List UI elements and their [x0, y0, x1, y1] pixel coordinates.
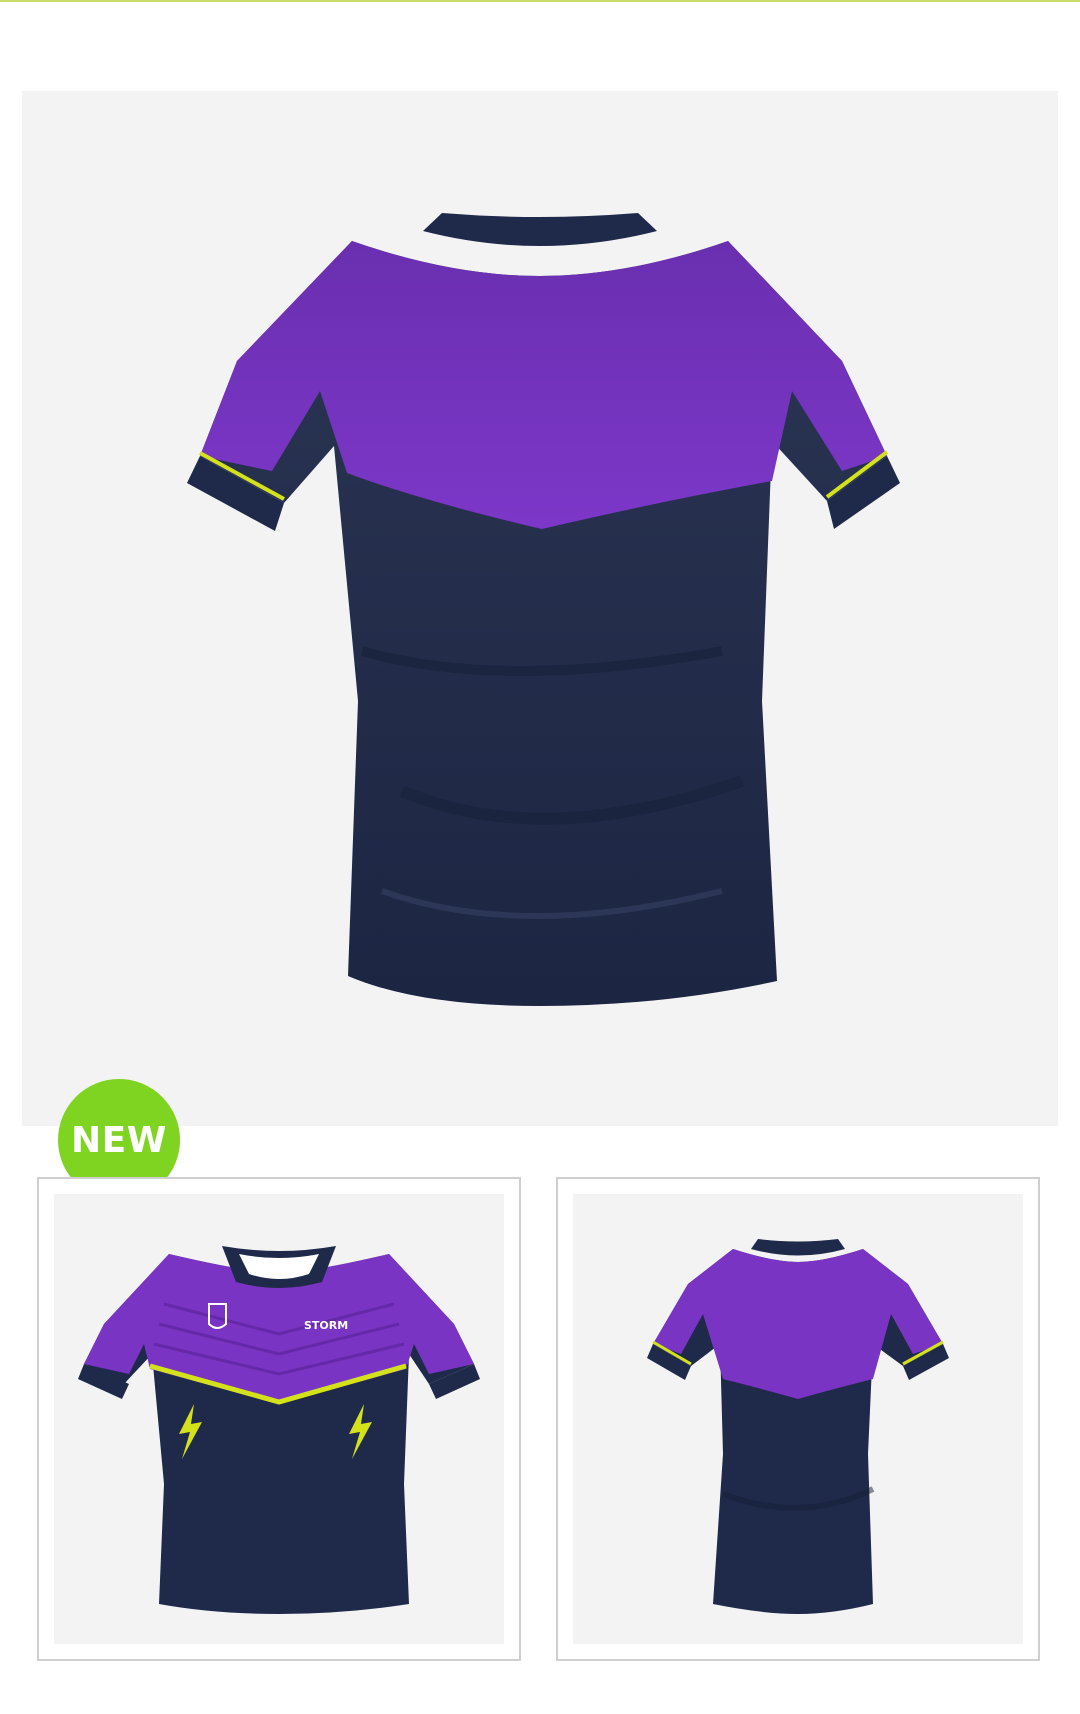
crest-text: STORM: [304, 1319, 348, 1332]
thumbnail-image-frame: [573, 1194, 1023, 1644]
jersey-front-image: STORM: [78, 1246, 480, 1614]
thumbnail-front[interactable]: STORM: [37, 1177, 521, 1661]
jersey-back-image: [647, 1239, 949, 1614]
top-divider: [0, 0, 1080, 2]
product-main-image[interactable]: NEW: [22, 91, 1058, 1201]
thumbnail-image-frame: STORM: [54, 1194, 504, 1644]
jersey-back-image: [187, 213, 900, 1006]
thumbnail-back[interactable]: [556, 1177, 1040, 1661]
